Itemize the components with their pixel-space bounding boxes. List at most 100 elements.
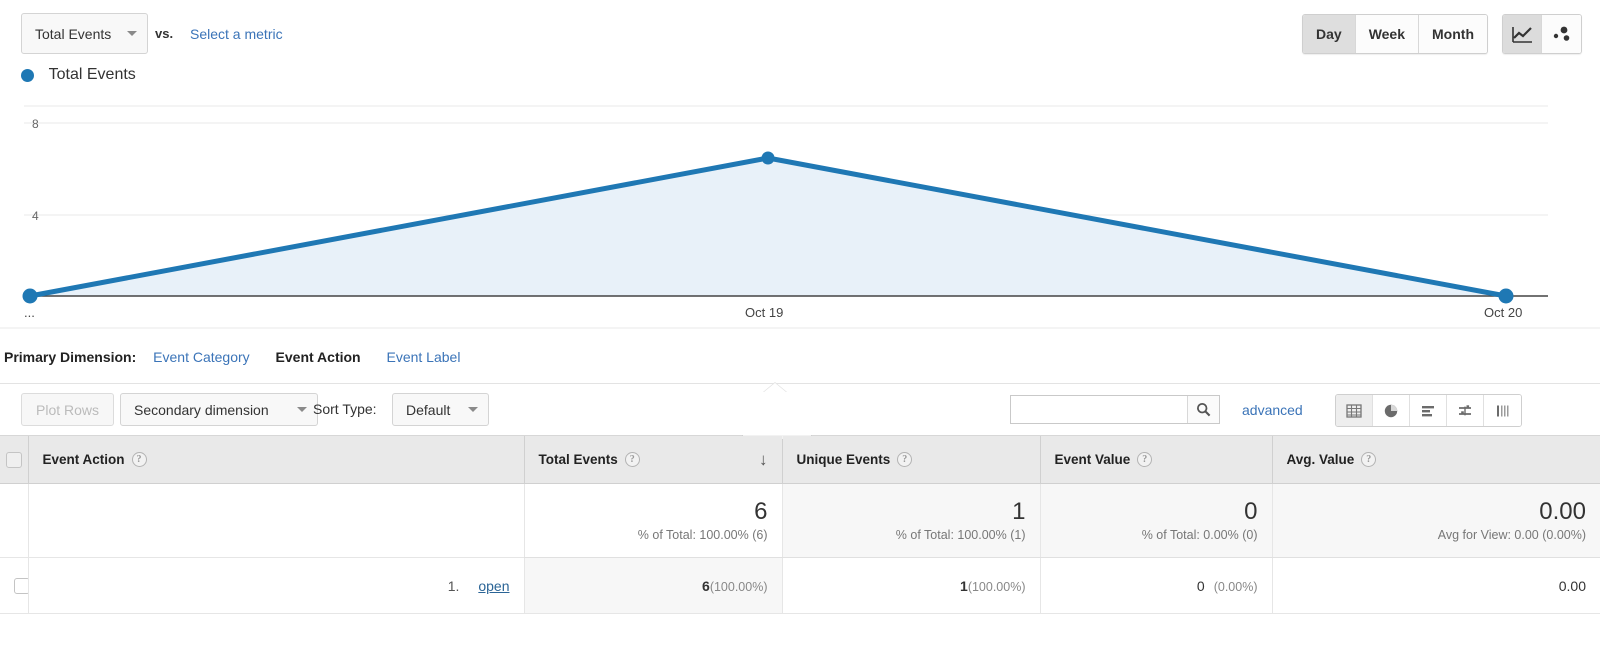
column-header-unique-events[interactable]: Unique Events ? — [781, 435, 1040, 484]
summary-event-value: 0 % of Total: 0.00% (0) — [1039, 483, 1272, 558]
motion-chart-icon[interactable] — [1542, 15, 1581, 53]
chevron-down-icon — [296, 407, 307, 412]
table-summary-row: 6 % of Total: 100.00% (6) 1 % of Total: … — [0, 483, 1600, 558]
primary-dimension-event-category[interactable]: Event Category — [153, 349, 250, 365]
sort-type-label: Sort Type: — [313, 401, 377, 417]
column-header-label: Unique Events — [796, 452, 891, 467]
summary-subtext: % of Total: 0.00% (0) — [1141, 527, 1258, 542]
granularity-toggle-group: Day Week Month — [1302, 14, 1488, 54]
summary-unique-events: 1 % of Total: 100.00% (1) — [781, 483, 1040, 558]
pivot-view-icon[interactable] — [1484, 395, 1521, 426]
column-header-label: Event Action — [42, 452, 125, 467]
metric-selector[interactable]: Total Events — [21, 13, 149, 54]
column-header-label: Event Value — [1054, 452, 1131, 467]
row-value: 0.00 — [1558, 577, 1586, 594]
row-unique-events: 1(100.00%) — [781, 557, 1040, 614]
row-index: 1. — [447, 577, 460, 594]
primary-dimension-label: Primary Dimension: — [4, 349, 137, 365]
column-header-label: Total Events — [538, 452, 618, 467]
table-view-icon[interactable] — [1336, 395, 1373, 426]
column-header-avg-value[interactable]: Avg. Value ? — [1271, 435, 1600, 484]
advanced-search-link[interactable]: advanced — [1242, 402, 1303, 418]
table-search-box — [1010, 395, 1220, 424]
primary-dimension-bar: Primary Dimension: Event Category Event … — [0, 349, 1600, 383]
legend-series-label: Total Events — [48, 66, 136, 83]
metric-selector-label: Total Events — [35, 25, 112, 42]
chart-point-marker[interactable] — [761, 151, 775, 165]
row-event-value: 0 (0.00%) — [1039, 557, 1272, 614]
x-tick-1: Oct 19 — [745, 305, 783, 320]
column-header-total-events[interactable]: Total Events ? ↓ — [523, 435, 782, 484]
search-input[interactable] — [1011, 396, 1188, 423]
line-chart-icon[interactable] — [1503, 15, 1542, 53]
sort-type-selector[interactable]: Default — [392, 393, 490, 426]
pie-view-icon[interactable] — [1373, 395, 1410, 426]
x-tick-2: Oct 20 — [1484, 305, 1522, 320]
summary-total-events: 6 % of Total: 100.00% (6) — [523, 483, 782, 558]
summary-dimension-cell — [27, 483, 524, 558]
table-toolbar: Plot Rows Secondary dimension Sort Type:… — [0, 382, 1600, 435]
y-tick-8: 8 — [32, 117, 39, 131]
summary-value: 0 — [1244, 498, 1258, 526]
granularity-week-button[interactable]: Week — [1355, 15, 1420, 53]
help-icon[interactable]: ? — [131, 452, 147, 467]
select-a-metric-link[interactable]: Select a metric — [190, 26, 283, 42]
granularity-month-button[interactable]: Month — [1419, 15, 1487, 53]
sort-descending-icon: ↓ — [759, 450, 768, 469]
events-over-time-chart: 8 4 ... Oct 19 Oct 20 — [0, 104, 1600, 440]
chart-point-marker[interactable] — [1498, 288, 1514, 304]
chart-area-fill — [30, 158, 1506, 296]
search-icon — [1196, 402, 1211, 417]
summary-value: 6 — [754, 498, 768, 526]
select-all-checkbox[interactable] — [5, 451, 22, 468]
granularity-day-button[interactable]: Day — [1303, 15, 1356, 53]
primary-dimension-event-label[interactable]: Event Label — [386, 349, 460, 365]
vs-label: vs. — [155, 26, 174, 41]
row-avg-value: 0.00 — [1271, 557, 1600, 614]
row-event-action-link[interactable]: open — [478, 578, 509, 594]
primary-dimension-event-action[interactable]: Event Action — [276, 349, 361, 365]
summary-subtext: % of Total: 100.00% (1) — [895, 527, 1026, 542]
summary-subtext: % of Total: 100.00% (6) — [637, 527, 768, 542]
summary-value: 0.00 — [1539, 498, 1586, 526]
plot-rows-button[interactable]: Plot Rows — [21, 393, 115, 426]
table-view-toggle-group — [1335, 394, 1522, 427]
chart-type-toggle-group — [1502, 14, 1582, 54]
row-select-cell — [0, 557, 30, 614]
secondary-dimension-selector[interactable]: Secondary dimension — [120, 393, 318, 426]
y-tick-4: 4 — [32, 209, 39, 223]
chart-toolbar: Total Events vs. Select a metric Day Wee… — [0, 0, 1600, 66]
row-percent: (100.00%) — [967, 579, 1026, 594]
help-icon[interactable]: ? — [897, 452, 913, 467]
active-dimension-pointer — [764, 383, 786, 392]
chart-legend: Total Events — [0, 66, 1600, 104]
performance-view-icon[interactable] — [1410, 395, 1447, 426]
row-percent: (100.00%) — [709, 579, 768, 594]
select-all-header — [0, 435, 28, 484]
summary-checkbox-cell — [0, 483, 28, 558]
column-header-event-value[interactable]: Event Value ? — [1039, 435, 1272, 484]
column-header-event-action[interactable]: Event Action ? — [27, 435, 524, 484]
row-value: 1 — [960, 577, 968, 594]
summary-avg-value: 0.00 Avg for View: 0.00 (0.00%) — [1271, 483, 1600, 558]
chevron-down-icon — [468, 407, 479, 412]
legend-color-dot — [21, 68, 34, 82]
search-button[interactable] — [1187, 396, 1219, 423]
help-icon[interactable]: ? — [1361, 452, 1377, 467]
chevron-down-icon — [127, 31, 138, 36]
chart-point-marker[interactable] — [22, 288, 38, 304]
chart-plot-area: 8 4 ... Oct 19 Oct 20 — [0, 105, 1600, 329]
table-row[interactable]: 1. open 6(100.00%) 1(100.00%) 0 (0.00%) 0… — [0, 557, 1600, 614]
table-header-row: Event Action ? Total Events ? ↓ Unique E… — [0, 435, 1600, 484]
row-value: 0 — [1196, 577, 1205, 594]
row-dimension-cell: 1. open — [27, 557, 524, 614]
help-icon[interactable]: ? — [1137, 452, 1153, 467]
help-icon[interactable]: ? — [624, 452, 640, 467]
row-total-events: 6(100.00%) — [523, 557, 782, 614]
comparison-view-icon[interactable] — [1447, 395, 1484, 426]
x-tick-0: ... — [24, 305, 35, 320]
sort-type-value: Default — [406, 401, 451, 418]
summary-value: 1 — [1012, 498, 1026, 526]
row-value: 6 — [702, 577, 710, 594]
row-percent: (0.00%) — [1213, 579, 1258, 594]
